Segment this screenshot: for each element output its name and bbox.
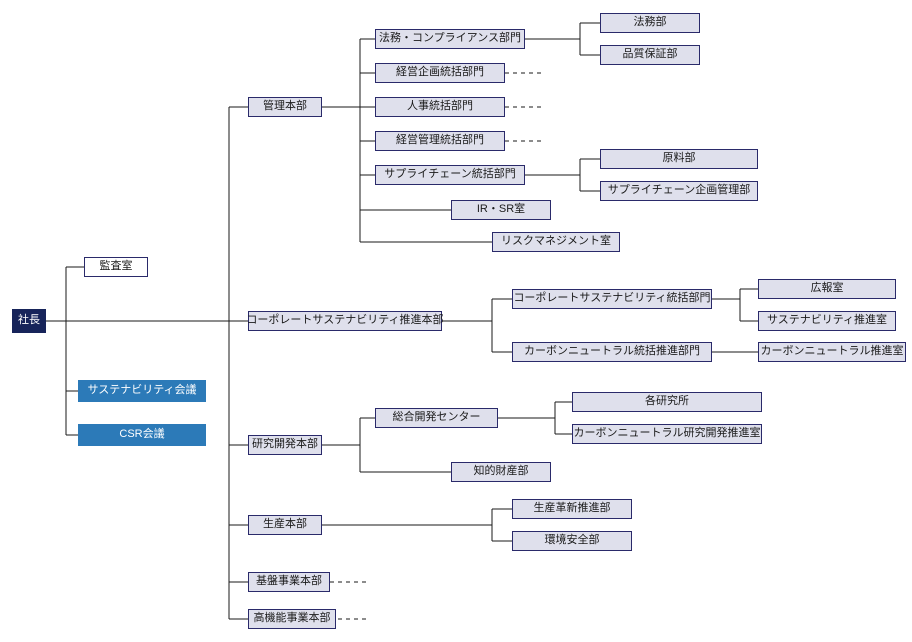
rd-ip-box: 知的財産部 bbox=[451, 462, 551, 482]
base-hq-label: 基盤事業本部 bbox=[256, 575, 322, 588]
president-label: 社長 bbox=[18, 314, 40, 327]
admin-hr-box: 人事統括部門 bbox=[375, 97, 505, 117]
hifunc-hq-box: 高機能事業本部 bbox=[248, 609, 336, 629]
president-box: 社長 bbox=[12, 309, 46, 333]
prod-envsafe-label: 環境安全部 bbox=[545, 534, 600, 547]
qa-dep-label: 品質保証部 bbox=[623, 48, 678, 61]
supplyplan-dep-box: サプライチェーン企画管理部 bbox=[600, 181, 758, 201]
prod-envsafe-box: 環境安全部 bbox=[512, 531, 632, 551]
corpsus-hq-box: コーポレートサステナビリティ推進本部 bbox=[248, 311, 442, 331]
cn-div-label: カーボンニュートラル統括推進部門 bbox=[524, 345, 700, 358]
legal-dep-label: 法務部 bbox=[634, 16, 667, 29]
qa-dep-box: 品質保証部 bbox=[600, 45, 700, 65]
sustainability-council-box: サステナビリティ会議 bbox=[78, 380, 206, 402]
admin-hq-label: 管理本部 bbox=[263, 100, 307, 113]
rd-ip-label: 知的財産部 bbox=[474, 465, 529, 478]
rd-hq-label: 研究開発本部 bbox=[252, 438, 318, 451]
admin-legal-box: 法務・コンプライアンス部門 bbox=[375, 29, 525, 49]
supplyplan-dep-label: サプライチェーン企画管理部 bbox=[608, 184, 750, 197]
base-hq-box: 基盤事業本部 bbox=[248, 572, 330, 592]
prod-kakushin-label: 生産革新推進部 bbox=[534, 502, 611, 515]
admin-legal-label: 法務・コンプライアンス部門 bbox=[379, 32, 521, 45]
cnpromo-dep-box: カーボンニュートラル推進室 bbox=[758, 342, 906, 362]
admin-plan-box: 経営企画統括部門 bbox=[375, 63, 505, 83]
raw-dep-box: 原料部 bbox=[600, 149, 758, 169]
csr-council-label: CSR会議 bbox=[119, 428, 164, 441]
pr-dep-label: 広報室 bbox=[811, 282, 844, 295]
rd-labs-box: 各研究所 bbox=[572, 392, 762, 412]
prod-kakushin-box: 生産革新推進部 bbox=[512, 499, 632, 519]
audit-box: 監査室 bbox=[84, 257, 148, 277]
admin-ir-label: IR・SR室 bbox=[477, 203, 525, 216]
rd-center-label: 総合開発センター bbox=[393, 411, 481, 424]
prod-hq-box: 生産本部 bbox=[248, 515, 322, 535]
rd-center-box: 総合開発センター bbox=[375, 408, 498, 428]
rd-cn-box: カーボンニュートラル研究開発推進室 bbox=[572, 424, 762, 444]
admin-ir-box: IR・SR室 bbox=[451, 200, 551, 220]
audit-label: 監査室 bbox=[100, 260, 133, 273]
suspromo-dep-label: サステナビリティ推進室 bbox=[767, 314, 887, 327]
sustainability-council-label: サステナビリティ会議 bbox=[87, 384, 196, 397]
rd-hq-box: 研究開発本部 bbox=[248, 435, 322, 455]
admin-risk-label: リスクマネジメント室 bbox=[501, 235, 611, 248]
hifunc-hq-label: 高機能事業本部 bbox=[254, 612, 331, 625]
admin-mgmt-label: 経営管理統括部門 bbox=[396, 134, 484, 147]
corpsus-div-label: コーポレートサステナビリティ統括部門 bbox=[513, 292, 710, 305]
cn-div-box: カーボンニュートラル統括推進部門 bbox=[512, 342, 712, 362]
rd-cn-label: カーボンニュートラル研究開発推進室 bbox=[574, 427, 761, 440]
admin-mgmt-box: 経営管理統括部門 bbox=[375, 131, 505, 151]
pr-dep-box: 広報室 bbox=[758, 279, 896, 299]
rd-labs-label: 各研究所 bbox=[645, 395, 689, 408]
cnpromo-dep-label: カーボンニュートラル推進室 bbox=[761, 345, 904, 358]
csr-council-box: CSR会議 bbox=[78, 424, 206, 446]
raw-dep-label: 原料部 bbox=[663, 152, 696, 165]
corpsus-div-box: コーポレートサステナビリティ統括部門 bbox=[512, 289, 712, 309]
admin-supply-label: サプライチェーン統括部門 bbox=[384, 168, 515, 181]
admin-supply-box: サプライチェーン統括部門 bbox=[375, 165, 525, 185]
admin-plan-label: 経営企画統括部門 bbox=[396, 66, 484, 79]
admin-hq-box: 管理本部 bbox=[248, 97, 322, 117]
legal-dep-box: 法務部 bbox=[600, 13, 700, 33]
corpsus-hq-label: コーポレートサステナビリティ推進本部 bbox=[246, 314, 443, 327]
suspromo-dep-box: サステナビリティ推進室 bbox=[758, 311, 896, 331]
admin-hr-label: 人事統括部門 bbox=[407, 100, 473, 113]
admin-risk-box: リスクマネジメント室 bbox=[492, 232, 620, 252]
prod-hq-label: 生産本部 bbox=[263, 518, 307, 531]
